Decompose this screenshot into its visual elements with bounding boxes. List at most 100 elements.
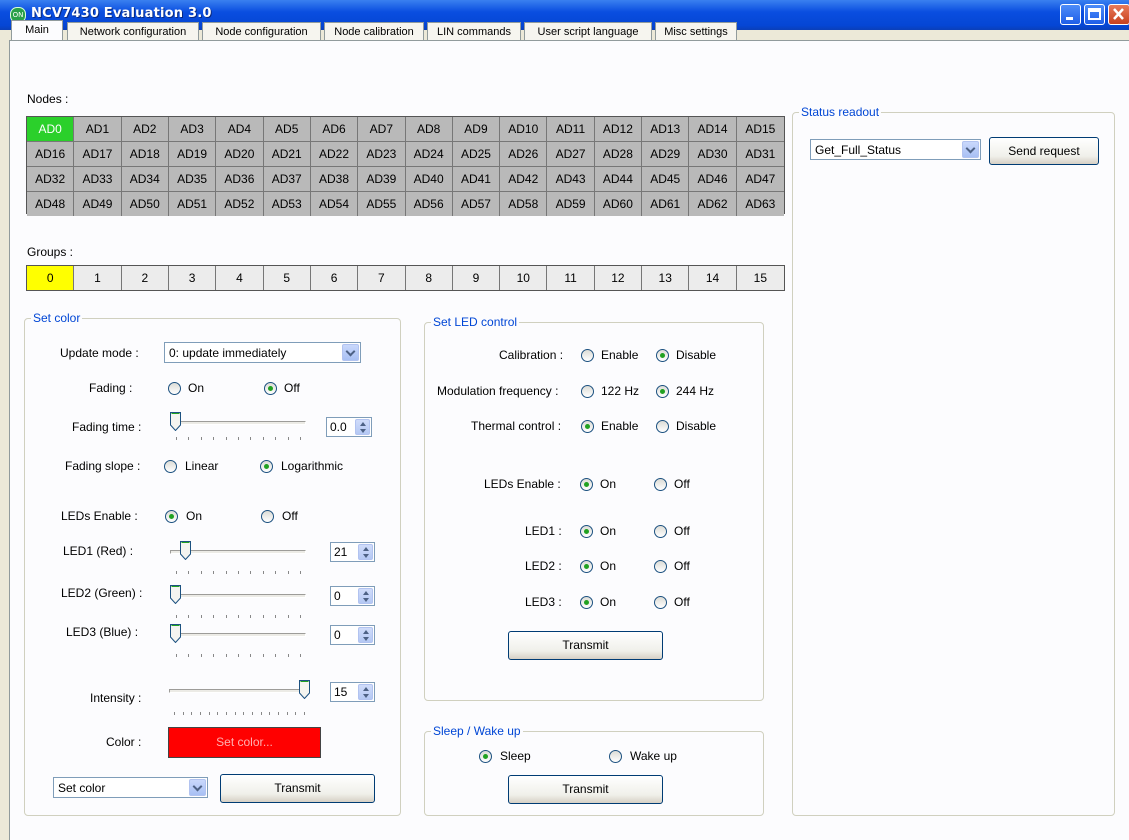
node-cell[interactable]: AD57 [452, 192, 501, 216]
group-cell[interactable]: 12 [594, 266, 643, 290]
node-cell[interactable]: AD37 [263, 167, 311, 192]
node-cell[interactable]: AD14 [689, 117, 737, 142]
group-cell[interactable]: 1 [74, 266, 122, 290]
node-cell[interactable]: AD42 [500, 167, 548, 192]
sleep-radio[interactable] [479, 750, 492, 763]
group-cell[interactable]: 7 [358, 266, 406, 290]
node-cell[interactable]: AD28 [594, 142, 643, 167]
node-cell[interactable]: AD19 [168, 142, 217, 167]
led-control-transmit-button[interactable]: Transmit [508, 631, 663, 660]
fading-time-track[interactable] [170, 421, 306, 425]
intensity-spinbox[interactable]: 15 [330, 682, 375, 702]
spin-arrows-icon[interactable] [358, 544, 373, 560]
group-cell[interactable]: 10 [500, 266, 548, 290]
node-cell[interactable]: AD47 [736, 167, 784, 192]
node-cell[interactable]: AD36 [216, 167, 264, 192]
node-cell[interactable]: AD61 [642, 192, 690, 216]
fading-time-slider-thumb[interactable] [170, 412, 181, 431]
intensity-slider-thumb[interactable] [299, 680, 310, 699]
led2-slider-thumb[interactable] [170, 585, 181, 604]
tab-node-calibration[interactable]: Node calibration [324, 22, 424, 40]
led2-track[interactable] [170, 594, 306, 598]
group-cell[interactable]: 4 [216, 266, 264, 290]
set-color-leds-on-radio[interactable] [165, 510, 178, 523]
node-cell[interactable]: AD18 [121, 142, 169, 167]
tab-user-script-language[interactable]: User script language [524, 22, 652, 40]
minimize-button[interactable] [1060, 4, 1081, 25]
node-cell[interactable]: AD34 [121, 167, 169, 192]
node-cell[interactable]: AD25 [452, 142, 501, 167]
node-cell[interactable]: AD2 [121, 117, 169, 142]
chevron-down-icon[interactable] [342, 344, 359, 361]
group-cell[interactable]: 9 [452, 266, 501, 290]
node-cell[interactable]: AD33 [74, 167, 122, 192]
node-cell[interactable]: AD41 [452, 167, 501, 192]
group-cell[interactable]: 2 [121, 266, 169, 290]
node-cell[interactable]: AD51 [168, 192, 217, 216]
fading-on-radio[interactable] [168, 382, 181, 395]
node-cell[interactable]: AD45 [642, 167, 690, 192]
chevron-down-icon[interactable] [189, 779, 206, 796]
node-cell[interactable]: AD35 [168, 167, 217, 192]
spin-arrows-icon[interactable] [358, 684, 373, 700]
fading-time-spinbox[interactable]: 0.0 [326, 417, 372, 437]
group-cell[interactable]: 5 [263, 266, 311, 290]
node-cell[interactable]: AD56 [405, 192, 453, 216]
node-cell[interactable]: AD1 [74, 117, 122, 142]
node-cell[interactable]: AD23 [358, 142, 406, 167]
node-cell[interactable]: AD53 [263, 192, 311, 216]
node-cell[interactable]: AD50 [121, 192, 169, 216]
node-cell[interactable]: AD22 [310, 142, 359, 167]
node-cell[interactable]: AD46 [689, 167, 737, 192]
thermal-enable-radio[interactable] [581, 420, 594, 433]
ledctl-led3-off-radio[interactable] [654, 596, 667, 609]
node-cell[interactable]: AD3 [168, 117, 217, 142]
tab-lin-commands[interactable]: LIN commands [427, 22, 521, 40]
node-cell[interactable]: AD7 [358, 117, 406, 142]
modulation-122-radio[interactable] [581, 385, 594, 398]
ledctl-leds-off-radio[interactable] [654, 478, 667, 491]
node-cell[interactable]: AD44 [594, 167, 643, 192]
node-cell[interactable]: AD26 [500, 142, 548, 167]
node-cell[interactable]: AD54 [310, 192, 359, 216]
node-cell[interactable]: AD32 [27, 167, 75, 192]
node-cell[interactable]: AD43 [547, 167, 595, 192]
group-cell[interactable]: 15 [736, 266, 784, 290]
node-cell[interactable]: AD52 [216, 192, 264, 216]
modulation-244-radio[interactable] [656, 385, 669, 398]
node-cell[interactable]: AD10 [500, 117, 548, 142]
led3-spinbox[interactable]: 0 [330, 625, 375, 645]
tab-network-configuration[interactable]: Network configuration [67, 22, 199, 40]
group-cell[interactable]: 3 [168, 266, 217, 290]
update-mode-select[interactable]: 0: update immediately [164, 342, 361, 363]
led2-spinbox[interactable]: 0 [330, 586, 375, 606]
node-cell[interactable]: AD58 [500, 192, 548, 216]
node-cell[interactable]: AD21 [263, 142, 311, 167]
calibration-disable-radio[interactable] [656, 349, 669, 362]
fading-slope-linear-radio[interactable] [164, 460, 177, 473]
close-button[interactable] [1108, 4, 1129, 25]
thermal-disable-radio[interactable] [656, 420, 669, 433]
led1-slider-thumb[interactable] [180, 541, 191, 560]
node-cell[interactable]: AD8 [405, 117, 453, 142]
spin-arrows-icon[interactable] [358, 627, 373, 643]
tab-node-configuration[interactable]: Node configuration [202, 22, 321, 40]
node-cell[interactable]: AD11 [547, 117, 595, 142]
status-request-select[interactable]: Get_Full_Status [810, 139, 981, 160]
maximize-button[interactable] [1084, 4, 1105, 25]
send-request-button[interactable]: Send request [989, 137, 1099, 165]
wake-up-radio[interactable] [609, 750, 622, 763]
node-cell[interactable]: AD0 [27, 117, 75, 142]
chevron-down-icon[interactable] [962, 141, 979, 158]
intensity-track[interactable] [169, 689, 310, 693]
set-color-swatch-button[interactable]: Set color... [168, 727, 321, 758]
calibration-enable-radio[interactable] [581, 349, 594, 362]
led1-spinbox[interactable]: 21 [330, 542, 375, 562]
ledctl-led1-off-radio[interactable] [654, 525, 667, 538]
node-cell[interactable]: AD15 [736, 117, 784, 142]
fading-slope-log-radio[interactable] [260, 460, 273, 473]
node-cell[interactable]: AD6 [310, 117, 359, 142]
node-cell[interactable]: AD17 [74, 142, 122, 167]
set-color-leds-off-radio[interactable] [261, 510, 274, 523]
node-cell[interactable]: AD4 [216, 117, 264, 142]
